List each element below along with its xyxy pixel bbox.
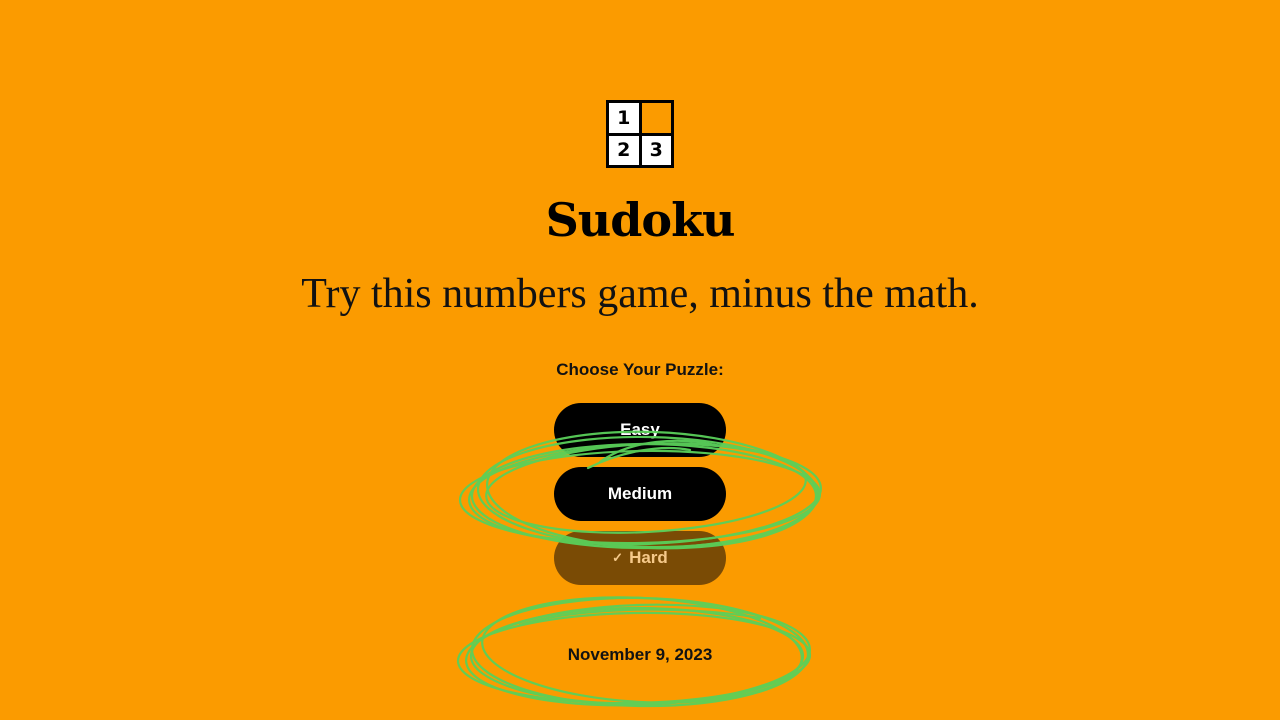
logo-cell: 3 (641, 135, 671, 165)
check-icon: ✓ (612, 550, 624, 565)
easy-button[interactable]: Easy (554, 403, 726, 457)
sudoku-logo-icon: 1 2 3 (606, 100, 674, 168)
easy-button-label: Easy (620, 420, 660, 439)
puzzle-date: November 9, 2023 (567, 645, 713, 664)
logo-cell-accent (641, 103, 671, 133)
page-title: Sudoku (545, 193, 736, 247)
medium-button-label: Medium (607, 484, 673, 503)
sudoku-start-screen: 1 2 3 Sudoku Try this numbers game, minu… (0, 0, 1280, 720)
page-subtitle: Try this numbers game, minus the math. (301, 271, 979, 317)
logo-cell: 2 (609, 135, 639, 165)
hard-button-label: Hard (629, 548, 668, 567)
logo-cell: 1 (609, 103, 639, 133)
puzzle-picker-label: Choose Your Puzzle: (556, 360, 724, 379)
medium-button[interactable]: Medium (554, 467, 726, 521)
hard-button[interactable]: ✓ Hard (554, 531, 726, 585)
